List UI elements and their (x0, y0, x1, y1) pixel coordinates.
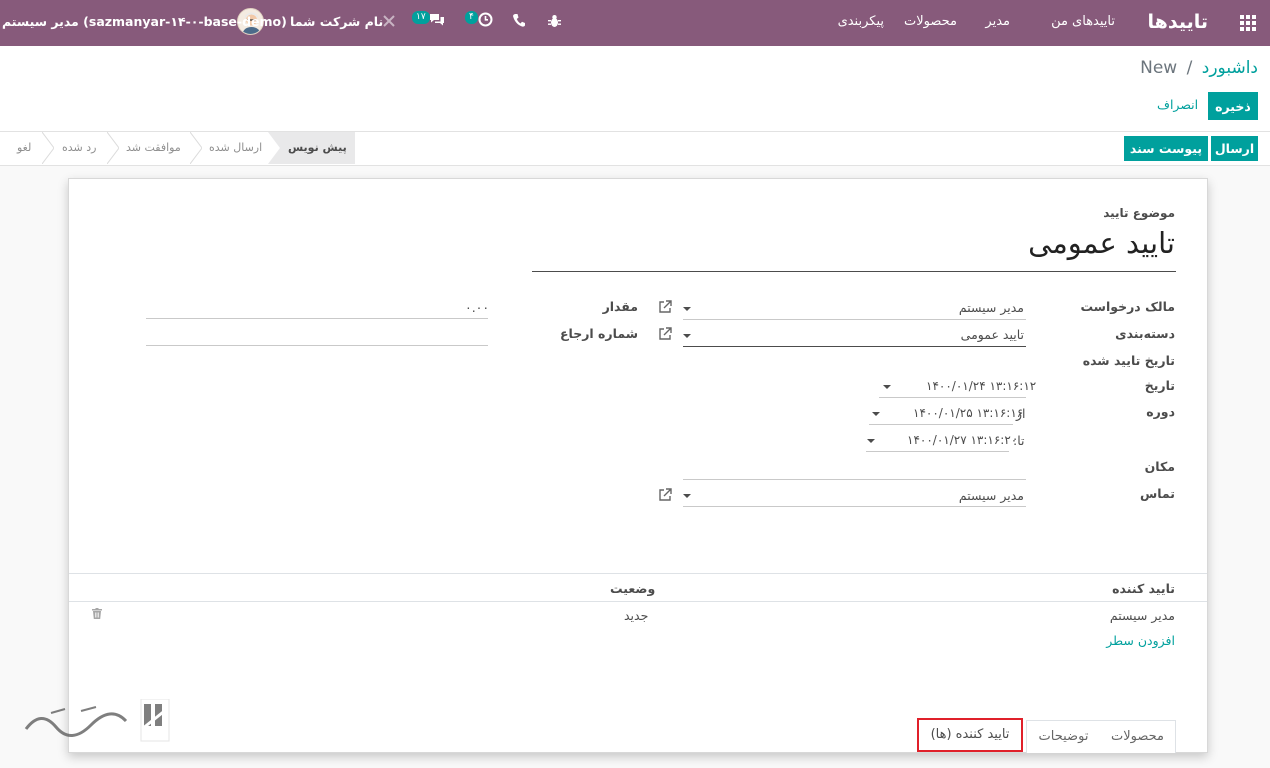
debug-bug-icon[interactable] (548, 14, 561, 28)
owner-label: مالک درخواست (1080, 299, 1175, 314)
breadcrumb-current: New (1140, 58, 1178, 78)
menu-manager[interactable]: مدیر (985, 14, 1010, 29)
period-to-underline (866, 451, 1009, 452)
add-line-link[interactable]: افزودن سطر (1106, 633, 1175, 648)
location-underline (683, 479, 1026, 480)
menu-configuration[interactable]: پیکربندی (838, 14, 884, 29)
amount-label: مقدار (602, 299, 638, 314)
company-name[interactable]: نام شرکت شما (290, 14, 383, 29)
stage-chevron (107, 132, 119, 164)
tabs-divider (69, 573, 1207, 574)
send-button[interactable]: ارسال (1211, 136, 1258, 161)
column-header-approver[interactable]: تایید کننده (1112, 581, 1175, 596)
subject-label: موضوع تایید (1103, 206, 1175, 220)
amount-underline (146, 318, 488, 319)
save-button[interactable]: ذخیره (1208, 92, 1258, 120)
owner-underline (683, 319, 1026, 320)
delete-row-trash-icon[interactable] (92, 608, 102, 619)
reference-number-underline (146, 345, 488, 346)
period-label: دوره (1146, 404, 1175, 419)
menu-products[interactable]: محصولات (904, 14, 957, 29)
form-sheet: موضوع تایید تایید عمومی مالک درخواست مدی… (24, 178, 1208, 753)
approval-date-label: تاریخ تایید شده (1082, 353, 1175, 368)
user-menu-name[interactable]: مدیر سیستم (sazmanyar-۱۴-۰-base-demo) (2, 14, 287, 29)
reference-number-label: شماره ارجاع (559, 326, 638, 341)
category-input[interactable]: تایید عمومی (961, 327, 1024, 342)
date-dropdown-caret-icon[interactable] (883, 385, 891, 389)
activity-clock-icon[interactable] (478, 12, 493, 27)
menu-my-approvals[interactable]: تاییدهای من (1051, 14, 1115, 29)
category-underline (683, 346, 1026, 347)
app-title[interactable]: تاییدها (1148, 11, 1208, 33)
tab-products[interactable]: محصولات (1099, 720, 1176, 753)
date-input[interactable]: ۱۴۰۰/۰۱/۲۴ ۱۳:۱۶:۱۲ (926, 379, 1036, 393)
stage-chevron (42, 132, 54, 164)
tools-close-icon[interactable] (383, 15, 395, 27)
category-label: دسته‌بندی (1115, 326, 1175, 341)
owner-dropdown-caret-icon[interactable] (683, 307, 691, 311)
stage-refused[interactable]: رد شده (62, 132, 96, 164)
discard-button[interactable]: انصراف (1157, 97, 1198, 112)
stage-draft[interactable]: پیش نویس (268, 132, 355, 164)
breadcrumb-separator: / (1186, 58, 1193, 78)
period-from-underline (869, 424, 1013, 425)
subject-input[interactable]: تایید عمومی (1028, 226, 1175, 260)
category-dropdown-caret-icon[interactable] (683, 334, 691, 338)
tab-approvers[interactable]: تایید کننده (ها) (917, 718, 1023, 752)
contact-input[interactable]: مدیر سیستم (959, 488, 1024, 503)
apps-menu-icon[interactable] (1240, 15, 1256, 31)
stage-sent[interactable]: ارسال شده (209, 132, 262, 164)
stage-chevron-active (268, 132, 280, 164)
owner-input[interactable]: مدیر سیستم (959, 300, 1024, 315)
messages-chat-icon[interactable] (429, 13, 445, 27)
stage-chevron (190, 132, 202, 164)
contact-external-link-icon[interactable] (658, 488, 672, 502)
top-navbar: تاییدها تاییدهای من مدیر محصولات پیکربند… (0, 0, 1270, 46)
column-header-status[interactable]: وضعیت (610, 581, 655, 596)
contact-underline (683, 506, 1026, 507)
period-from-caret-icon[interactable] (872, 412, 880, 416)
period-to-input[interactable]: ۱۴۰۰/۰۱/۲۷ ۱۳:۱۶:۲۰ (907, 433, 1017, 447)
watermark-logo (21, 698, 171, 743)
subject-underline (532, 271, 1176, 272)
date-label: تاریخ (1144, 378, 1175, 393)
stage-cancel[interactable]: لغو (17, 132, 31, 164)
amount-input[interactable]: ۰.۰۰ (465, 300, 489, 315)
contact-dropdown-caret-icon[interactable] (683, 494, 691, 498)
date-underline (879, 397, 1026, 398)
location-label: مکان (1144, 459, 1175, 474)
table-header-divider (69, 601, 1207, 602)
contact-label: تماس (1139, 486, 1175, 501)
category-external-link-icon[interactable] (658, 327, 672, 341)
messages-count-badge: ۱۷ (412, 11, 430, 24)
breadcrumb-parent-link[interactable]: داشبورد (1202, 58, 1258, 78)
owner-external-link-icon[interactable] (658, 300, 672, 314)
period-from-input[interactable]: ۱۴۰۰/۰۱/۲۵ ۱۳:۱۶:۱۶ (913, 406, 1023, 420)
phone-icon[interactable] (513, 14, 525, 27)
period-to-caret-icon[interactable] (867, 439, 875, 443)
attach-document-button[interactable]: پیوست سند (1124, 136, 1208, 161)
breadcrumb: داشبورد / New (1140, 58, 1258, 78)
tab-description[interactable]: توضیحات (1026, 720, 1100, 753)
stage-approved[interactable]: موافقت شد (126, 132, 181, 164)
activity-count-badge: ۴ (465, 11, 478, 24)
status-cell[interactable]: جدید (624, 608, 648, 623)
approver-cell[interactable]: مدیر سیستم (1110, 608, 1175, 623)
